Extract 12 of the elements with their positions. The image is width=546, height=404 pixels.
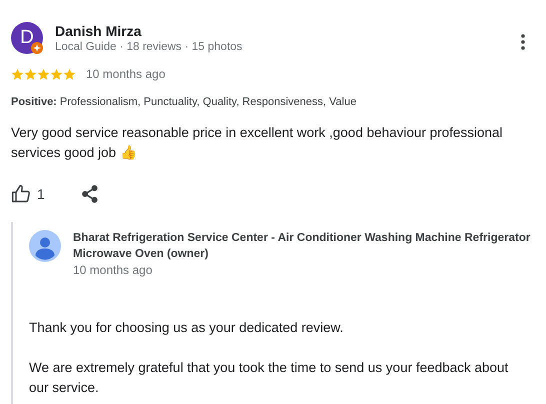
reviewer-meta: Local Guide · 18 reviews · 15 photos: [55, 40, 244, 55]
review-text: Very good service reasonable price in excellent work ,good behaviour professional services good job 👍: [11, 124, 504, 162]
owner-avatar-icon: [29, 230, 61, 262]
review-time: 10 months ago: [86, 67, 166, 81]
reviewer-name[interactable]: Danish Mirza: [55, 23, 517, 40]
review-highlights: Positive: Professionalism, Punctuality, Quality, Responsiveness, Value: [11, 95, 358, 109]
like-button[interactable]: 1: [11, 184, 45, 204]
share-icon[interactable]: [80, 185, 99, 203]
owner-name: Bharat Refrigeration Service Center - Air Conditioner Washing Machine Refrigerator Microwave Oven (owner): [73, 231, 532, 262]
reply-time: 10 months ago: [73, 262, 154, 278]
reply-text: We are extremely grateful that you took the time to send us your feedback about our service.: [29, 359, 510, 397]
reply-text: Thank you for choosing us as your dedicated review.: [29, 319, 344, 337]
